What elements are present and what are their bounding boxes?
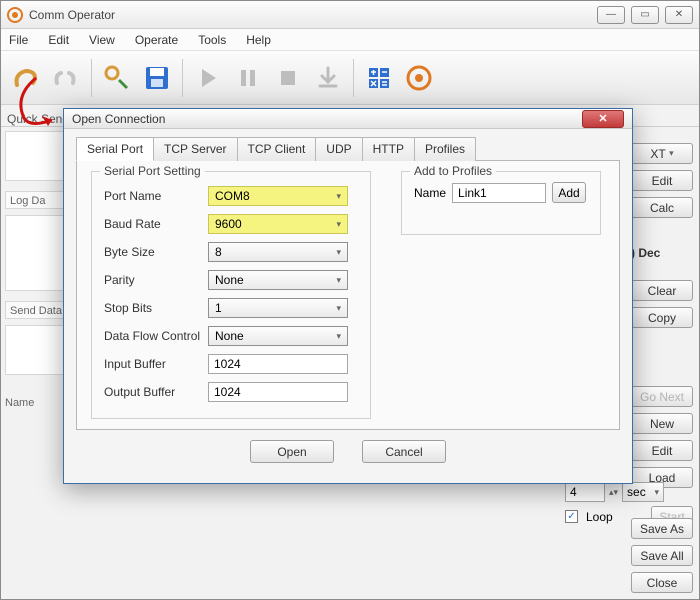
toolbar-separator — [182, 59, 183, 97]
loop-checkbox[interactable]: ✓ — [565, 510, 578, 523]
target-icon[interactable] — [402, 61, 436, 95]
port-name-select[interactable]: COM8▾ — [208, 186, 348, 206]
add-to-profiles-fieldset: Add to Profiles Name Link1 Add — [401, 171, 601, 235]
dialog-buttons: Open Cancel — [76, 430, 620, 471]
stop-icon[interactable] — [271, 61, 305, 95]
bottom-buttons: Save As Save All Close — [631, 518, 693, 593]
disconnect-icon[interactable] — [49, 61, 83, 95]
profile-name-label: Name — [414, 186, 446, 200]
download-icon[interactable] — [311, 61, 345, 95]
baud-rate-label: Baud Rate — [104, 217, 208, 231]
interval-value[interactable]: 4 — [565, 482, 605, 502]
dec-label: ) Dec — [631, 246, 693, 260]
toolbar — [1, 51, 699, 105]
dialog-close-button[interactable]: ✕ — [582, 110, 624, 128]
app-icon — [7, 7, 23, 23]
edit2-button[interactable]: Edit — [631, 440, 693, 461]
toolbar-separator — [353, 59, 354, 97]
calculator-icon[interactable] — [362, 61, 396, 95]
menu-operate[interactable]: Operate — [135, 33, 178, 47]
calc-button[interactable]: Calc — [631, 197, 693, 218]
close-button[interactable]: ✕ — [665, 6, 693, 24]
tab-http[interactable]: HTTP — [362, 137, 415, 161]
tab-tcp-server[interactable]: TCP Server — [153, 137, 237, 161]
open-button[interactable]: Open — [250, 440, 334, 463]
menu-file[interactable]: File — [9, 33, 28, 47]
dialog-title: Open Connection — [72, 112, 165, 126]
profile-name-field[interactable]: Link1 — [452, 183, 546, 203]
baud-rate-select[interactable]: 9600▾ — [208, 214, 348, 234]
stop-bits-select[interactable]: 1▾ — [208, 298, 348, 318]
dialog-titlebar: Open Connection ✕ — [64, 109, 632, 129]
tab-profiles[interactable]: Profiles — [414, 137, 476, 161]
tab-udp[interactable]: UDP — [315, 137, 362, 161]
save-icon[interactable] — [140, 61, 174, 95]
menu-edit[interactable]: Edit — [48, 33, 69, 47]
loop-label: Loop — [586, 510, 613, 524]
connect-icon[interactable] — [9, 61, 43, 95]
name-column-header: Name — [5, 397, 34, 409]
toolbar-separator — [91, 59, 92, 97]
flow-control-select[interactable]: None▾ — [208, 326, 348, 346]
tab-page: Serial Port Setting Port Name COM8▾ Baud… — [76, 160, 620, 430]
app-title: Comm Operator — [29, 8, 115, 22]
interval-unit[interactable]: sec▾ — [622, 482, 664, 502]
cancel-button[interactable]: Cancel — [362, 440, 446, 463]
output-buffer-field[interactable]: 1024 — [208, 382, 348, 402]
play-icon[interactable] — [191, 61, 225, 95]
input-buffer-field[interactable]: 1024 — [208, 354, 348, 374]
output-buffer-label: Output Buffer — [104, 385, 208, 399]
tab-serial-port[interactable]: Serial Port — [76, 137, 154, 161]
new-button[interactable]: New — [631, 413, 693, 434]
input-buffer-label: Input Buffer — [104, 357, 208, 371]
right-button-column: XT ▾ Edit Calc ) Dec Clear Copy Go Next … — [631, 143, 693, 488]
parity-label: Parity — [104, 273, 208, 287]
port-name-label: Port Name — [104, 189, 208, 203]
profiles-legend: Add to Profiles — [410, 164, 496, 178]
tab-tcp-client[interactable]: TCP Client — [237, 137, 317, 161]
maximize-button[interactable]: ▭ — [631, 6, 659, 24]
flow-control-label: Data Flow Control — [104, 329, 208, 343]
dialog-tabs: Serial Port TCP Server TCP Client UDP HT… — [76, 137, 620, 161]
profile-add-button[interactable]: Add — [552, 182, 586, 203]
minimize-button[interactable]: — — [597, 6, 625, 24]
open-connection-dialog: Open Connection ✕ Serial Port TCP Server… — [63, 108, 633, 484]
copy-button[interactable]: Copy — [631, 307, 693, 328]
parity-select[interactable]: None▾ — [208, 270, 348, 290]
titlebar: Comm Operator — ▭ ✕ — [1, 1, 699, 29]
link-run-icon[interactable] — [100, 61, 134, 95]
clear-button[interactable]: Clear — [631, 280, 693, 301]
menu-view[interactable]: View — [89, 33, 115, 47]
xt-dropdown[interactable]: XT ▾ — [631, 143, 693, 164]
edit-button[interactable]: Edit — [631, 170, 693, 191]
menubar: File Edit View Operate Tools Help — [1, 29, 699, 51]
byte-size-select[interactable]: 8▾ — [208, 242, 348, 262]
saveall-button[interactable]: Save All — [631, 545, 693, 566]
serial-port-fieldset: Serial Port Setting Port Name COM8▾ Baud… — [91, 171, 371, 419]
menu-tools[interactable]: Tools — [198, 33, 226, 47]
byte-size-label: Byte Size — [104, 245, 208, 259]
pause-icon[interactable] — [231, 61, 265, 95]
window-controls: — ▭ ✕ — [597, 6, 693, 24]
fieldset-legend: Serial Port Setting — [100, 164, 205, 178]
menu-help[interactable]: Help — [246, 33, 271, 47]
saveas-button[interactable]: Save As — [631, 518, 693, 539]
stop-bits-label: Stop Bits — [104, 301, 208, 315]
close-main-button[interactable]: Close — [631, 572, 693, 593]
gonext-button[interactable]: Go Next — [631, 386, 693, 407]
